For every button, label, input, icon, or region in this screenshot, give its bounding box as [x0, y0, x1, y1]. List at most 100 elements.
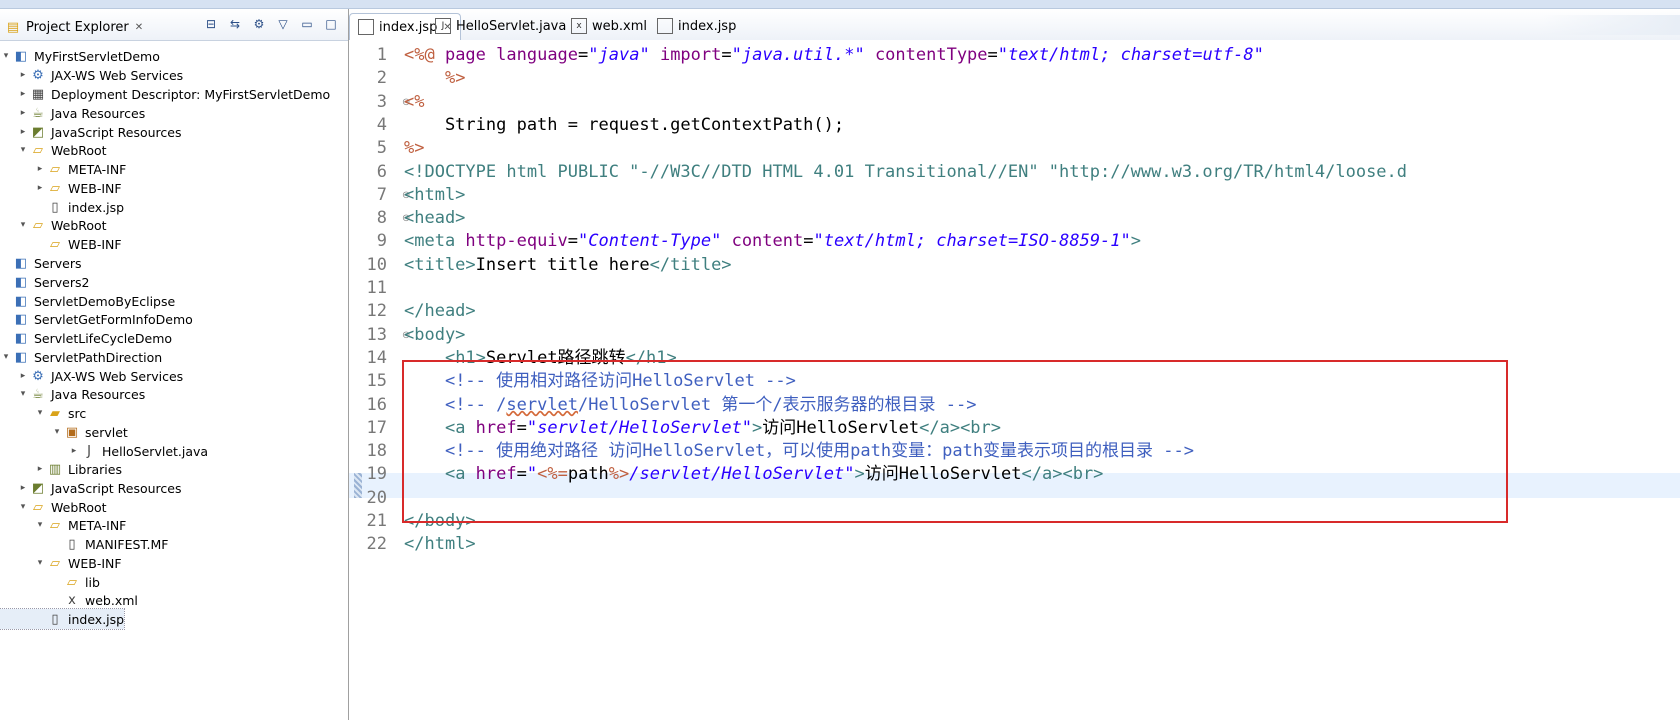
tree-item[interactable]: ▾ ▣ servlet — [0, 422, 128, 442]
tree-item[interactable]: ▸ ◩ JavaScript Resources — [0, 478, 182, 498]
tree-item[interactable]: ▸ ▥ Libraries — [0, 459, 122, 479]
code-token: <h1> — [444, 347, 486, 368]
tree-item[interactable]: ▾ ☕ Java Resources — [0, 384, 145, 404]
tree-item[interactable]: ◧ ServletGetFormInfoDemo — [0, 309, 193, 329]
tree-item[interactable]: ▾ ▱ META-INF — [0, 515, 127, 535]
tree-item[interactable]: ▾ ▱ WebRoot — [0, 497, 107, 517]
code-token: %> — [444, 68, 466, 89]
line-number: 19 — [366, 464, 387, 485]
code-editor[interactable]: 1 2 3 ⊖ 4 5 6 7 ⊖ 8 ⊖ 9 10 11 12 13 ⊖ 14 15 16 17 18 19 20 21 22 … — [349, 40, 1680, 720]
collapse-arrow-icon[interactable]: ▸ — [17, 127, 29, 137]
code-line[interactable]: <%@ page language="java" import="java.ut… — [404, 43, 1264, 68]
tab-editor-file[interactable]: index.jsp — [649, 13, 744, 39]
tree-item[interactable]: ▱ WEB-INF — [0, 234, 122, 254]
tab-editor-file[interactable]: x web.xml — [563, 13, 655, 39]
expand-arrow-icon[interactable]: ▾ — [34, 520, 46, 530]
tree-item[interactable]: ▸ ◩ JavaScript Resources — [0, 122, 182, 142]
tree-item[interactable]: ◧ ServletDemoByEclipse — [0, 291, 175, 311]
filter-icon[interactable]: ⚙ — [250, 16, 268, 32]
code-line[interactable]: <meta http-equiv="Content-Type" content=… — [404, 229, 1141, 254]
code-line[interactable]: <% — [404, 90, 424, 115]
collapse-arrow-icon[interactable]: ▸ — [34, 183, 46, 193]
expand-arrow-icon[interactable]: ▾ — [0, 352, 12, 362]
code-line[interactable]: <!-- 使用绝对路径 访问HelloServlet，可以使用path变量：pa… — [404, 439, 1194, 464]
tree-item[interactable]: ▸ ▦ Deployment Descriptor: MyFirstServletD… — [0, 84, 330, 104]
code-line[interactable]: </html> — [404, 532, 476, 557]
tree-item[interactable]: x web.xml — [0, 590, 138, 610]
tree-item[interactable]: ▱ lib — [0, 572, 100, 592]
folder-icon: ▱ — [50, 180, 60, 196]
tree-item[interactable]: ▸ ▱ WEB-INF — [0, 178, 122, 198]
collapse-all-icon[interactable]: ⊟ — [202, 16, 220, 32]
code-lines[interactable]: <%@ page language="java" import="java.ut… — [404, 40, 1680, 720]
code-line[interactable]: <a href="servlet/HelloServlet">访问HelloSe… — [404, 416, 1001, 441]
code-line[interactable]: <a href="<%=path%>/servlet/HelloServlet"… — [404, 462, 1103, 487]
expand-arrow-icon[interactable]: ▾ — [34, 408, 46, 418]
code-line[interactable]: %> — [404, 66, 465, 91]
tree-item[interactable]: ▸ ▱ META-INF — [0, 159, 127, 179]
tree-item[interactable]: ◧ Servers — [0, 253, 82, 273]
code-line[interactable]: <head> — [404, 206, 465, 231]
code-line[interactable]: </head> — [404, 299, 476, 324]
tree-item[interactable]: ▾ ▰ src — [0, 403, 87, 423]
collapse-arrow-icon[interactable]: ▸ — [68, 446, 80, 456]
tree-item[interactable]: ▸ ☕ Java Resources — [0, 103, 145, 123]
tab-editor-file[interactable]: J HelloServlet.java — [427, 13, 574, 39]
tree-item[interactable]: ▯ MANIFEST.MF — [0, 534, 168, 554]
collapse-arrow-icon[interactable]: ▸ — [17, 108, 29, 118]
code-line[interactable]: String path = request.getContextPath(); — [404, 113, 844, 138]
tree-item-label: Java Resources — [51, 105, 146, 121]
project-explorer-header: ▤ Project Explorer ✕ ⊟ ⇆ ⚙ ▽ ▭ □ — [0, 9, 348, 41]
line-number: 13 — [366, 324, 387, 345]
code-line[interactable]: <body> — [404, 323, 465, 348]
link-with-editor-icon[interactable]: ⇆ — [226, 16, 244, 32]
line-number: 15 — [366, 371, 387, 392]
collapse-arrow-icon[interactable]: ▸ — [17, 483, 29, 493]
expand-arrow-icon[interactable]: ▾ — [34, 558, 46, 568]
code-line[interactable]: </body> — [404, 509, 476, 534]
tree-item-label: Java Resources — [51, 386, 146, 402]
expand-arrow-icon[interactable]: ▾ — [17, 220, 29, 230]
code-line[interactable]: <!-- 使用相对路径访问HelloServlet --> — [404, 369, 796, 394]
code-line[interactable]: <!DOCTYPE html PUBLIC "-//W3C//DTD HTML … — [404, 160, 1407, 185]
tree-item[interactable]: ▾ ▱ WEB-INF — [0, 553, 122, 573]
code-line[interactable]: %> — [404, 136, 424, 161]
tree-item[interactable]: ▯ index.jsp — [0, 608, 126, 630]
tree-item[interactable]: ▾ ◧ MyFirstServletDemo — [0, 46, 160, 66]
collapse-arrow-icon[interactable]: ▸ — [34, 164, 46, 174]
code-token: <%@ — [404, 45, 445, 65]
expand-arrow-icon[interactable]: ▾ — [17, 502, 29, 512]
expand-arrow-icon[interactable]: ▾ — [17, 145, 29, 155]
code-line[interactable]: <html> — [404, 183, 465, 208]
tree-item[interactable]: ▸ J HelloServlet.java — [0, 441, 208, 461]
collapse-arrow-icon[interactable]: ▸ — [34, 464, 46, 474]
minimize-icon[interactable]: ▭ — [298, 16, 316, 32]
line-number: 6 — [376, 161, 387, 182]
tree-item[interactable]: ▾ ◧ ServletPathDirection — [0, 347, 162, 367]
code-line[interactable]: <title>Insert title here</title> — [404, 253, 732, 278]
tree-item[interactable]: ◧ ServletLifeCycleDemo — [0, 328, 172, 348]
code-token: <meta — [404, 231, 466, 252]
expand-arrow-icon[interactable]: ▾ — [17, 389, 29, 399]
tree-item[interactable]: ▯ index.jsp — [0, 197, 124, 217]
collapse-arrow-icon[interactable]: ▸ — [17, 371, 29, 381]
collapse-arrow-icon[interactable]: ▸ — [17, 89, 29, 99]
tree-item[interactable]: ▾ ▱ WebRoot — [0, 140, 107, 160]
tab-project-explorer[interactable]: ▤ Project Explorer ✕ — [0, 15, 143, 39]
tree-item[interactable]: ▸ ⚙ JAX-WS Web Services — [0, 366, 183, 386]
code-line[interactable]: <!-- /servlet/HelloServlet 第一个/表示服务器的根目录… — [404, 393, 977, 418]
expand-arrow-icon[interactable]: ▾ — [0, 51, 12, 61]
java-resources-icon: ☕ — [32, 386, 44, 402]
tree-item[interactable]: ◧ Servers2 — [0, 272, 90, 292]
maximize-icon[interactable]: □ — [322, 16, 340, 32]
tree-item[interactable]: ▸ ⚙ JAX-WS Web Services — [0, 65, 183, 85]
close-icon[interactable]: ✕ — [135, 22, 143, 33]
view-menu-icon[interactable]: ▽ — [274, 16, 292, 32]
collapse-arrow-icon[interactable]: ▸ — [17, 70, 29, 80]
expand-arrow-icon[interactable]: ▾ — [51, 427, 63, 437]
tree-item[interactable]: ▾ ▱ WebRoot — [0, 215, 107, 235]
code-line[interactable]: <h1>Servlet路径跳转</h1> — [404, 346, 677, 371]
